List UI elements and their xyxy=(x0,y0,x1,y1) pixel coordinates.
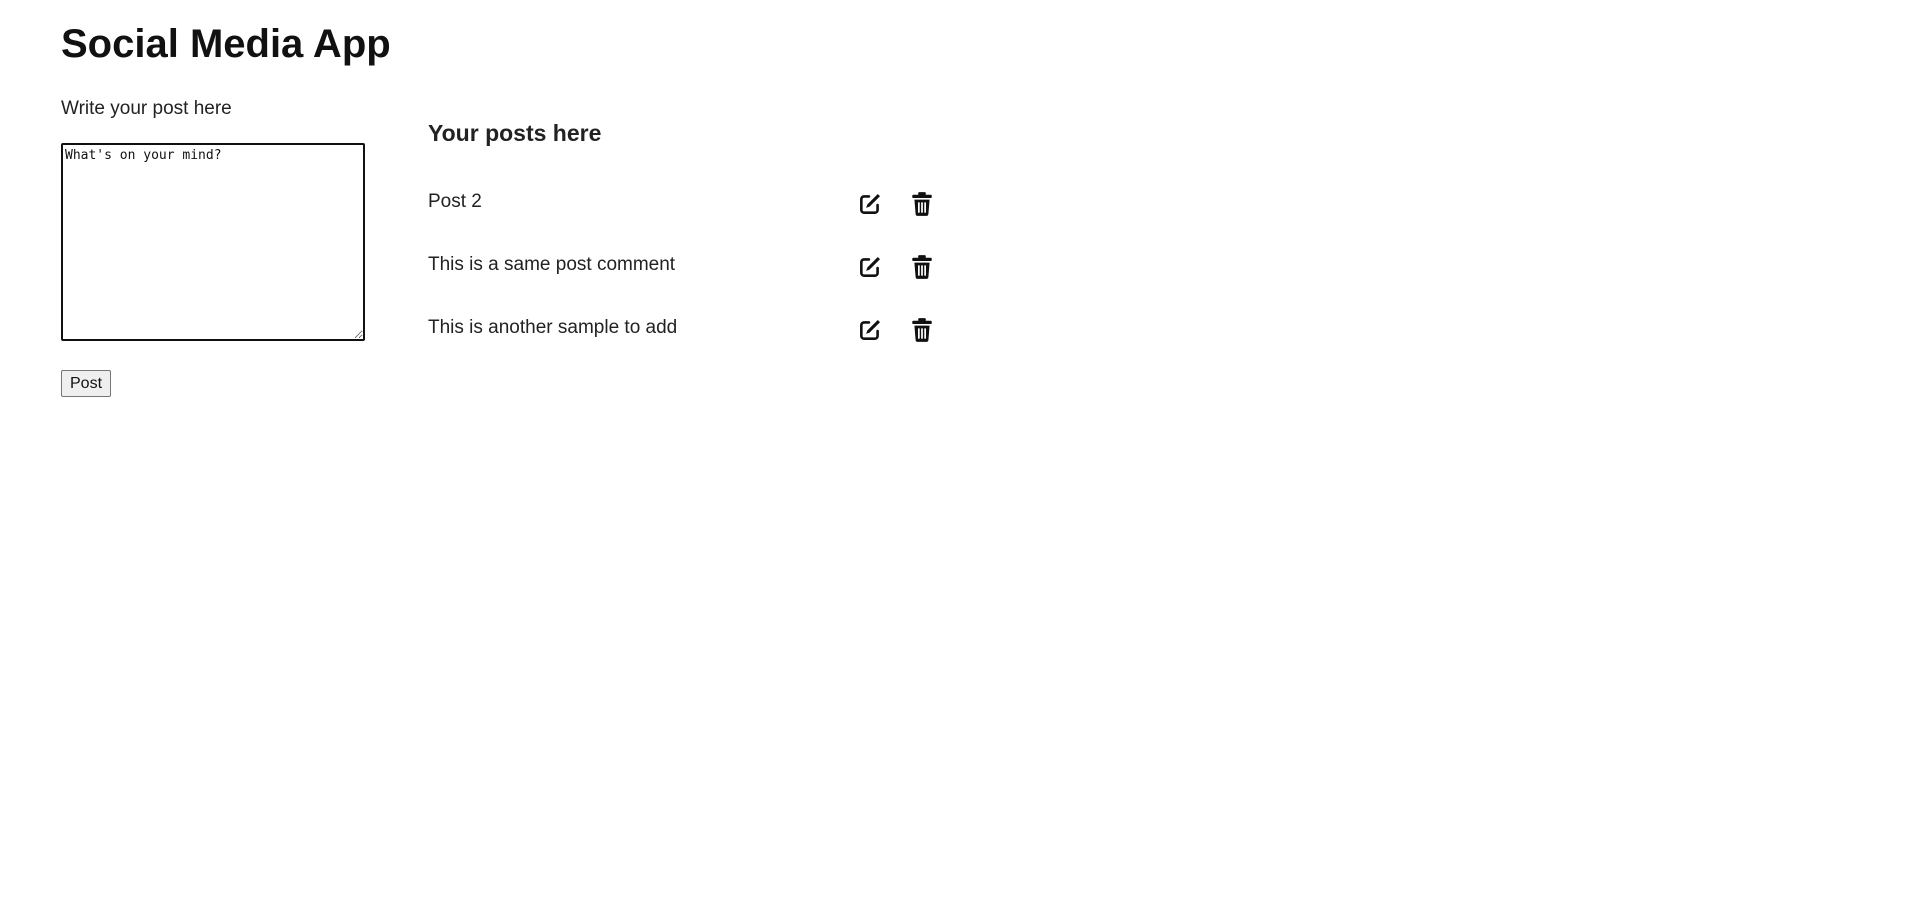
trash-icon xyxy=(912,318,932,342)
posts-heading: Your posts here xyxy=(428,120,602,146)
post-text: Post 2 xyxy=(428,191,482,212)
post-item: Post 2 xyxy=(428,183,948,246)
edit-icon xyxy=(860,257,880,277)
delete-post-button[interactable] xyxy=(907,189,937,219)
compose-label: Write your post here xyxy=(61,98,232,119)
post-button[interactable]: Post xyxy=(61,370,112,397)
post-text: This is a same post comment xyxy=(428,254,676,275)
edit-icon xyxy=(860,194,880,214)
edit-post-button[interactable] xyxy=(855,252,885,282)
delete-post-button[interactable] xyxy=(907,315,937,345)
delete-post-button[interactable] xyxy=(907,252,937,282)
page: Social Media App Write your post here Wh… xyxy=(0,0,1918,906)
post-item: This is another sample to add xyxy=(428,309,948,372)
edit-post-button[interactable] xyxy=(855,189,885,219)
post-textarea[interactable]: What's on your mind? xyxy=(61,143,365,341)
trash-icon xyxy=(912,192,932,216)
edit-icon xyxy=(860,320,880,340)
page-title: Social Media App xyxy=(61,22,391,66)
post-text: This is another sample to add xyxy=(428,317,678,338)
post-item: This is a same post comment xyxy=(428,246,948,309)
post-list: Post 2 This is a same post comment This … xyxy=(428,183,948,372)
edit-post-button[interactable] xyxy=(855,315,885,345)
trash-icon xyxy=(912,255,932,279)
